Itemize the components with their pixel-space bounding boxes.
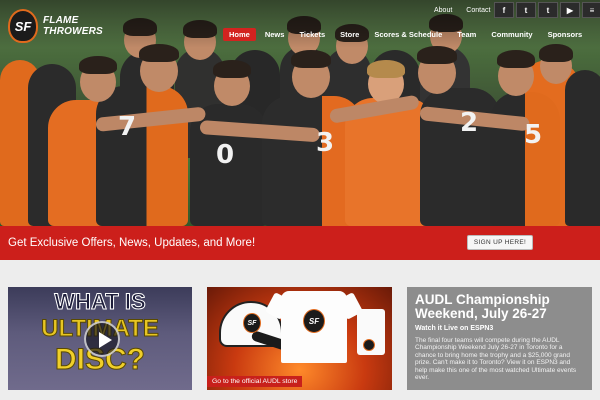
nav-item-sponsors[interactable]: Sponsors [542, 28, 589, 41]
tumblr-icon[interactable]: t [538, 2, 558, 18]
nav-item-news[interactable]: News [259, 28, 291, 41]
logo-wordmark: FLAME THROWERS [43, 15, 103, 37]
player [490, 92, 560, 226]
player-hair [497, 50, 535, 68]
offers-text: Get Exclusive Offers, News, Updates, and… [8, 237, 256, 249]
player-hair [79, 56, 117, 74]
logo-line-2: THROWERS [43, 26, 103, 37]
shirt-logo: SF [303, 309, 325, 333]
player-hair [291, 50, 331, 68]
youtube-icon[interactable]: ▶ [560, 2, 580, 18]
news-card[interactable]: AUDL Championship Weekend, July 26-27 Wa… [407, 287, 592, 390]
player [96, 86, 188, 226]
nav-item-home[interactable]: Home [223, 28, 256, 41]
jersey-number: 2 [460, 108, 479, 138]
utility-nav: About Contact [434, 7, 490, 14]
social-links: f t t ▶ ≡ [494, 2, 600, 18]
news-body: The final four teams will compete during… [415, 337, 577, 382]
player-hair [367, 60, 405, 78]
nav-item-community[interactable]: Community [485, 28, 538, 41]
nav-item-tickets[interactable]: Tickets [293, 28, 331, 41]
site-logo[interactable]: SF FLAME THROWERS [8, 5, 122, 47]
player-hair [417, 46, 457, 64]
jersey-number: 7 [118, 112, 137, 142]
news-title[interactable]: AUDL Championship Weekend, July 26-27 [415, 293, 584, 321]
player-hair [213, 60, 251, 78]
nav-item-store[interactable]: Store [334, 28, 365, 41]
main-nav: Home News Tickets Store Scores & Schedul… [223, 27, 600, 42]
news-subtitle: Watch it Live on ESPN3 [415, 325, 494, 332]
utility-link-about[interactable]: About [434, 7, 452, 14]
twitter-icon[interactable]: t [516, 2, 536, 18]
facebook-icon[interactable]: f [494, 2, 514, 18]
jersey-number: 3 [316, 128, 335, 158]
utility-link-contact[interactable]: Contact [466, 7, 490, 14]
store-link[interactable]: Go to the official AUDL store [207, 376, 303, 387]
hero-image: 7 0 3 2 5 SF FLAME THROWERS About Contac… [0, 0, 600, 226]
video-title-line-1: WHAT IS [54, 289, 146, 315]
store-card[interactable]: SF SF Go to the official AUDL store [207, 287, 392, 390]
offers-banner: Get Exclusive Offers, News, Updates, and… [0, 226, 600, 260]
shirt-product-image: SF [264, 291, 364, 363]
player [565, 70, 600, 226]
sign-up-button[interactable]: SIGN UP HERE! [467, 235, 533, 250]
jersey-number: 5 [524, 120, 543, 150]
logo-line-1: FLAME [43, 15, 79, 26]
nav-item-scores-schedule[interactable]: Scores & Schedule [368, 28, 448, 41]
nav-item-team[interactable]: Team [451, 28, 482, 41]
shorts-product-image [357, 309, 385, 355]
play-icon[interactable] [84, 321, 120, 357]
jersey-number: 0 [216, 140, 235, 170]
shorts-logo [363, 339, 375, 351]
logo-badge: SF [8, 9, 38, 43]
video-card[interactable]: WHAT IS ULTIMATE DISC? [8, 287, 192, 390]
rss-icon[interactable]: ≡ [582, 2, 600, 18]
cap-logo: SF [243, 313, 261, 333]
